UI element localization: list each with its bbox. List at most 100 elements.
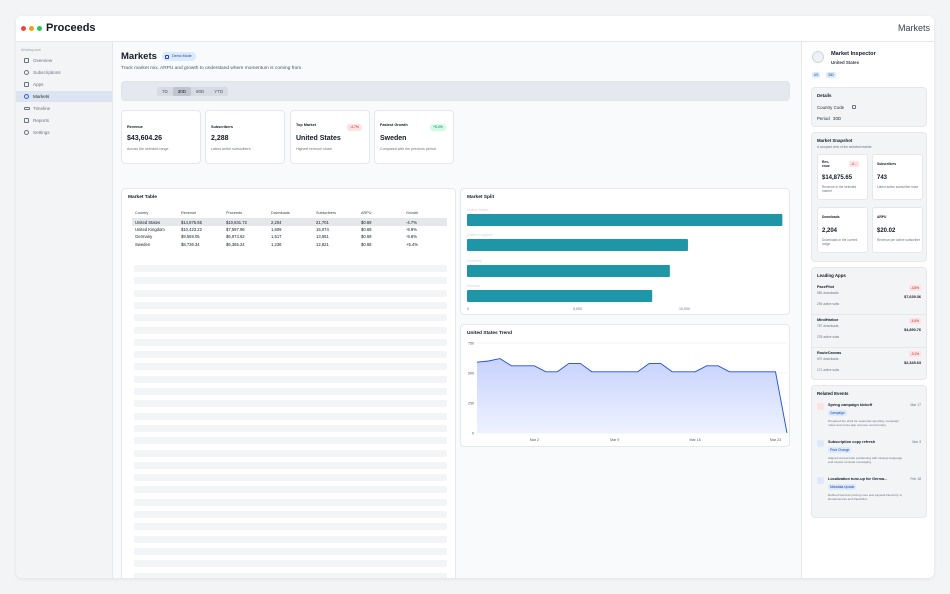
main-content: Markets Demo Mode Track market mix, ARPU… [113,42,801,578]
table-cell: $6,365.24 [226,241,245,247]
sidebar-item-subscriptions[interactable]: Subscriptions [16,67,112,78]
table-cell: United Kingdom [135,226,165,232]
table-row[interactable]: Germany $9,569.05 $6,973.62 1,517 13,951… [132,233,447,241]
inspector-subtitle: United States [831,60,860,65]
x-tick-label: Mar 2 [530,438,539,442]
details-card: Details Country Code Period 30D [811,87,927,127]
range-option-30d[interactable]: 30D [172,87,192,96]
copy-icon[interactable] [852,105,856,109]
table-cell: +5.4% [406,241,418,247]
sidebar-section-label: Workspace [21,47,41,52]
list-item[interactable]: Localization tune-up for Germa... Feb 18… [812,474,926,510]
table-cell: 1,517 [271,234,282,240]
table-cell: $8,736.34 [181,241,200,247]
column-header[interactable]: Revenue [178,209,223,219]
snapshot-label: Subscribers [877,162,897,166]
snapshot-value: $20.02 [877,228,896,234]
event-icon [817,403,824,410]
app-name: MindHarbor [817,318,839,322]
placeholder-row [134,560,447,568]
card-subtitle: A compact view of the selected market. [817,145,873,149]
market-inspector: Market Inspector United States US 30D De… [801,42,934,578]
event-date: Feb 18 [910,477,921,481]
kpi-label: Revenue [127,125,143,129]
event-description: Aligned annual plan positioning with sav… [828,456,903,464]
event-title: Spring campaign kickoff [828,403,873,407]
list-item[interactable]: Spring campaign kickoff Mar 17 Campaign … [812,400,926,436]
sidebar-item-overview[interactable]: Overview [16,55,112,66]
event-title: Subscription copy refresh [828,440,876,444]
zoom-window-button[interactable] [37,26,42,31]
globe-icon [812,51,824,63]
sidebar-item-reports[interactable]: Reports [16,115,112,126]
trend-area [477,358,787,433]
app-name: PacePilot [817,285,835,289]
placeholder-row [134,314,447,322]
list-item[interactable]: Subscription copy refresh Mar 3 Price Ch… [812,437,926,473]
kpi-value: 2,288 [211,135,229,142]
app-subs: 171 active subs [817,368,840,372]
column-header[interactable]: Proceeds [223,209,268,219]
table-cell: $0.69 [361,226,372,232]
sidebar-item-markets[interactable]: Markets [16,91,112,102]
market-split-panel: Market Split United States United Kingdom… [460,188,790,315]
refresh-icon [24,70,29,75]
snapshot-value: $14,875.65 [822,175,853,181]
app-window: Proceeds Markets Workspace Overview Subs… [16,16,934,578]
app-downloads: 982 downloads [817,291,839,295]
market-split-chart: United States United Kingdom Germany Sweden… [467,208,783,311]
page-subtitle: Track market mix, ARPU and growth to und… [121,66,303,71]
event-icon [817,477,824,484]
table-cell: $0.69 [361,234,372,240]
range-option-90d[interactable]: 90D [191,87,209,96]
column-header[interactable]: Growth [403,209,447,219]
table-row[interactable]: United Kingdom $10,423.22 $7,597.96 1,60… [132,226,447,234]
minimize-window-button[interactable] [29,26,34,31]
placeholder-row [134,375,447,383]
snapshot-value: 2,204 [822,228,838,234]
placeholder-row [134,449,447,457]
placeholder-row [134,388,447,395]
report-icon [24,118,29,123]
column-header[interactable]: ARPU [358,209,403,219]
range-option-ytd[interactable]: YTD [209,87,228,96]
close-window-button[interactable] [21,26,26,31]
related-events-card: Related Events Spring campaign kickoff M… [811,385,927,518]
x-tick-label: 0 [467,307,469,311]
placeholder-row [134,400,447,408]
column-header[interactable]: Downloads [268,209,313,219]
kpi-card-subscribers: Subscribers 2,288 Latest active subscrib… [205,110,285,164]
snapshot-note: Downloads in the current range [822,238,858,247]
card-title: Market Snapshot [817,138,853,143]
event-date: Mar 17 [910,403,921,407]
sidebar-item-label: Settings [33,130,50,135]
table-row[interactable]: United States $14,875.65 $10,841.72 2,20… [132,218,447,226]
app-delta: -3.1% [908,351,921,357]
column-header[interactable]: Subscribers [313,209,358,219]
range-segmented-control[interactable]: 7D 30D 90D YTD [157,87,229,96]
sidebar-item-settings[interactable]: Settings [16,127,112,138]
list-item[interactable]: RouteCanvas -3.1% 570 downloads $2,345.6… [812,348,926,381]
sidebar-item-apps[interactable]: Apps [16,79,112,90]
table-cell: 1,236 [271,241,282,247]
card-title: Related Events [817,391,849,396]
placeholder-row [134,277,447,285]
card-title: Leading Apps [817,273,846,278]
placeholder-row [134,486,447,494]
range-option-7d[interactable]: 7D [157,87,173,96]
list-item[interactable]: MindHarbor -4.4% 787 downloads $4,890.76… [812,315,926,348]
y-tick-label: 500 [468,372,474,376]
table-cell: 13,951 [316,234,329,240]
gear-icon [24,130,29,135]
placeholder-row [134,523,447,531]
column-header[interactable]: Country [132,209,178,219]
placeholder-row [134,338,447,346]
table-row[interactable]: Sweden $8,736.34 $6,365.24 1,236 12,821 … [132,241,447,249]
kpi-value: Sweden [380,135,407,142]
placeholder-row [134,289,447,297]
sidebar-item-timeline[interactable]: Timeline [16,103,112,114]
window-title: Markets [897,23,930,33]
document-icon [24,58,29,63]
list-item[interactable]: PacePilot -3.6% 982 downloads $7,639.36 … [812,282,926,315]
snapshot-delta: -4... [849,161,859,167]
